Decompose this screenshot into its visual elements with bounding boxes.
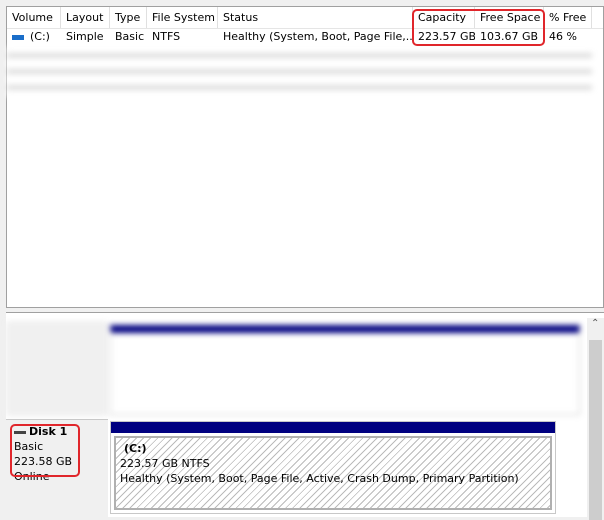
status-cell: Healthy (System, Boot, Page File,... [223, 30, 413, 43]
partition-body: (C:) 223.57 GB NTFS Healthy (System, Boo… [114, 436, 552, 510]
scroll-thumb[interactable] [589, 340, 602, 520]
drive-icon [12, 34, 24, 40]
redacted-rows [7, 47, 592, 97]
partition-status: Healthy (System, Boot, Page File, Active… [120, 472, 519, 485]
partition-size: 223.57 GB NTFS [120, 457, 210, 470]
volume-list: Volume Layout Type File System Status Ca… [6, 6, 604, 308]
redacted-partitions [110, 325, 580, 415]
column-percent-free[interactable]: % Free [544, 7, 592, 28]
redacted-disk-label [6, 321, 108, 416]
column-status[interactable]: Status [218, 7, 413, 28]
scrollbar[interactable]: ⌃ [587, 318, 604, 520]
layout-cell: Simple [66, 30, 104, 43]
disk-map: ⌃ Disk 1 Basic 223.58 GB Online (C:) 223… [6, 312, 604, 520]
partition-c[interactable]: (C:) 223.57 GB NTFS Healthy (System, Boo… [110, 421, 556, 514]
scroll-up-icon[interactable]: ⌃ [591, 318, 599, 329]
percent-free-cell: 46 % [549, 30, 577, 43]
type-cell: Basic [115, 30, 145, 43]
partition-bar [111, 422, 555, 433]
column-layout[interactable]: Layout [61, 7, 110, 28]
fs-cell: NTFS [152, 30, 181, 43]
column-file-system[interactable]: File System [147, 7, 218, 28]
highlight-box [10, 424, 80, 477]
partition-label: (C:) [124, 442, 147, 455]
volume-cell: (C:) [7, 28, 61, 45]
column-volume[interactable]: Volume [7, 7, 61, 28]
column-type[interactable]: Type [110, 7, 147, 28]
highlight-box [412, 9, 545, 46]
